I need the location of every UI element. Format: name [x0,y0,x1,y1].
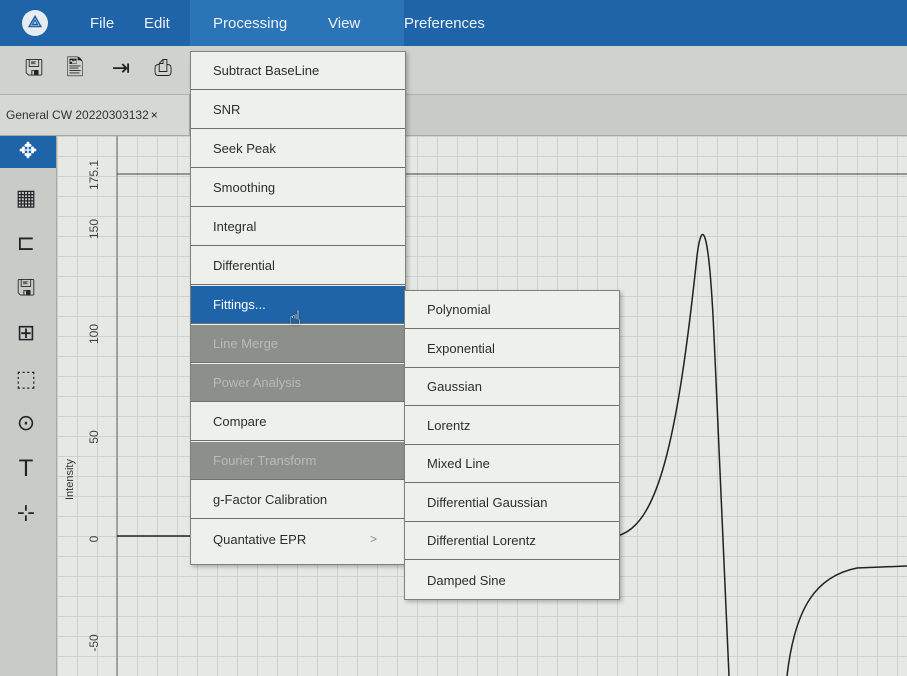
axis-move-icon[interactable]: ⊹ [10,498,42,530]
menu-item-compare[interactable]: Compare [191,403,405,441]
submenu-item-differential-lorentz[interactable]: Differential Lorentz [405,522,619,560]
menu-processing[interactable]: Processing [213,15,287,32]
submenu-item-gaussian[interactable]: Gaussian [405,368,619,406]
ytick-0: 0 [87,535,101,543]
save-view-icon[interactable]: 🖫 [10,273,42,305]
menu-item-power-analysis: Power Analysis [191,364,405,402]
app-logo-icon[interactable]: ⟁ [22,10,48,36]
tool-strip: ✥ ▦ ⊏ 🖫 ⊞ ⬚ ⊙ T ⊹ [0,136,57,676]
export-icon[interactable]: ⇥ [108,56,134,82]
hand-cursor-icon: ☝ [289,308,302,330]
menu-item-subtract-baseline[interactable]: Subtract BaseLine [191,52,405,90]
ytick-100: 100 [87,323,101,345]
chevron-right-icon: > [369,532,377,546]
menu-item-snr[interactable]: SNR [191,91,405,129]
save-as-icon[interactable]: 🖺 [62,56,88,82]
tab-general-cw[interactable]: General CW 20220303132 × [0,95,190,135]
ytick-175: 175.1 [87,159,101,191]
select-icon[interactable]: ⬚ [10,364,42,396]
submenu-item-mixed-line[interactable]: Mixed Line [405,445,619,483]
ytick-neg50: -50 [87,634,101,652]
spectrum-curve-right [786,565,907,676]
menu-view[interactable]: View [328,15,360,32]
fittings-submenu: Polynomial Exponential Gaussian Lorentz … [404,290,620,600]
ytick-150: 150 [87,218,101,240]
menu-item-quantative-epr-label: Quantative EPR [213,531,307,547]
move-icon[interactable]: ✥ [0,136,56,168]
menu-item-smoothing[interactable]: Smoothing [191,169,405,207]
menu-item-differential[interactable]: Differential [191,247,405,285]
grid-icon[interactable]: ▦ [10,183,42,215]
y-axis-label: Intensity [64,459,76,500]
submenu-item-polynomial[interactable]: Polynomial [405,291,619,329]
menu-item-integral[interactable]: Integral [191,208,405,246]
menu-item-quantative-epr[interactable]: Quantative EPR > [191,520,405,558]
menu-item-seek-peak[interactable]: Seek Peak [191,130,405,168]
menu-bar: ⟁ File Edit Processing View Preferences [0,0,907,46]
toolbar: 🖫 🖺 ⇥ ⎙ [0,46,907,95]
peak-icon[interactable]: ⊙ [10,408,42,440]
menu-preferences[interactable]: Preferences [404,15,485,32]
tab-row: General CW 20220303132 × [0,95,907,136]
menu-item-g-factor-calibration[interactable]: g-Factor Calibration [191,481,405,519]
submenu-item-damped-sine[interactable]: Damped Sine [405,561,619,599]
menu-item-fourier-transform: Fourier Transform [191,442,405,480]
submenu-item-exponential[interactable]: Exponential [405,330,619,368]
add-icon[interactable]: ⊞ [10,318,42,350]
ytick-50: 50 [87,430,101,444]
submenu-item-lorentz[interactable]: Lorentz [405,407,619,445]
print-icon[interactable]: ⎙ [150,56,176,82]
menu-file[interactable]: File [90,15,114,32]
submenu-item-differential-gaussian[interactable]: Differential Gaussian [405,484,619,522]
menu-edit[interactable]: Edit [144,15,170,32]
text-icon[interactable]: T [10,454,42,486]
save-icon[interactable]: 🖫 [21,56,47,82]
zoom-box-icon[interactable]: ⊏ [10,228,42,260]
tab-close-icon[interactable]: × [151,108,158,122]
tab-label: General CW 20220303132 [6,108,149,122]
